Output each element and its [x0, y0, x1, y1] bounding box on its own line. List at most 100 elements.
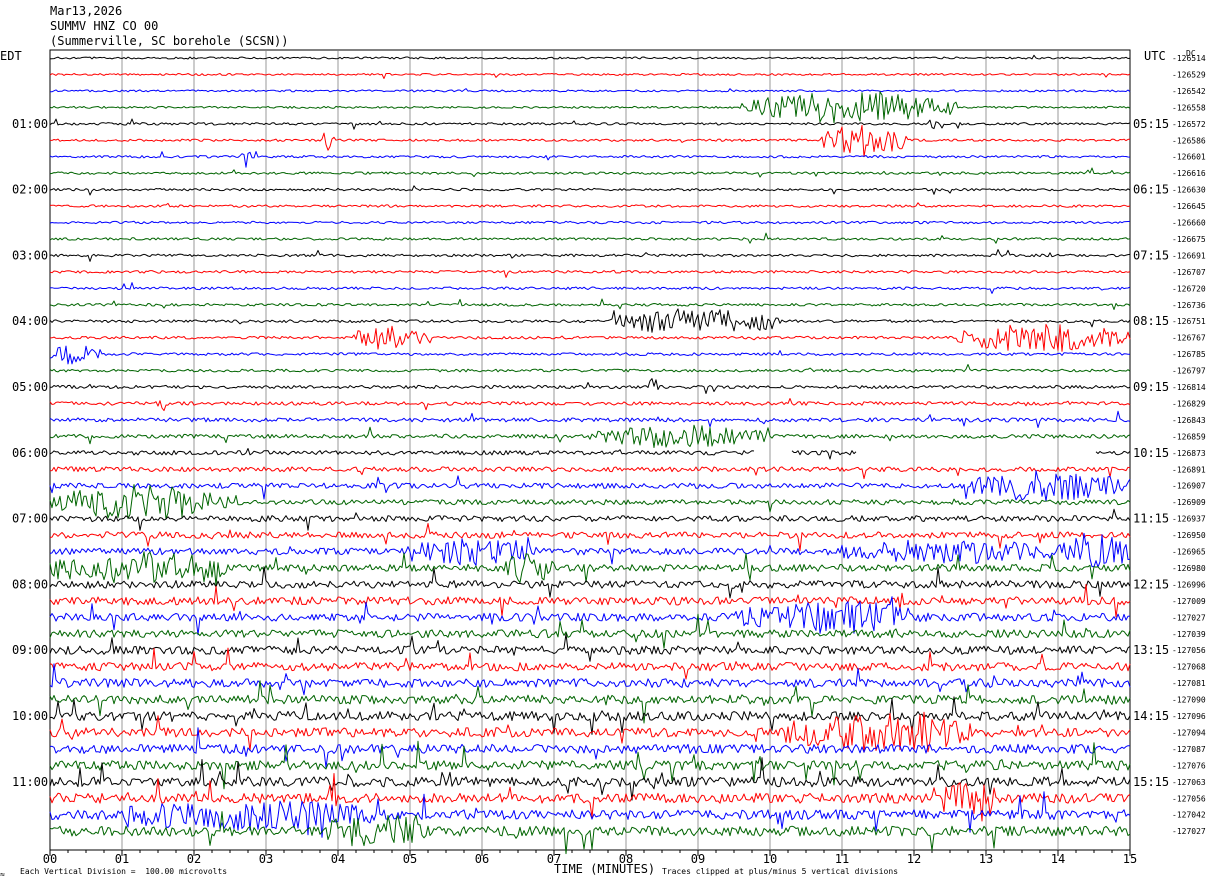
dc-offset-label: -127081 — [1172, 679, 1206, 688]
dc-offset-label: -127096 — [1172, 712, 1206, 721]
dc-offset-label: -127009 — [1172, 597, 1206, 606]
dc-offset-label: -126891 — [1172, 465, 1206, 474]
x-tick-label: 01 — [115, 852, 129, 866]
dc-offset-label: -126937 — [1172, 515, 1206, 524]
left-hour-label: 06:00 — [12, 446, 48, 460]
corner-mark: ≈ — [0, 870, 5, 879]
dc-offset-label: -127056 — [1172, 794, 1206, 803]
x-tick-label: 15 — [1123, 852, 1137, 866]
x-tick-label: 14 — [1051, 852, 1065, 866]
trace-line — [49, 584, 1131, 618]
x-tick-label: 13 — [979, 852, 993, 866]
x-tick-label: 05 — [403, 852, 417, 866]
left-hour-label: 10:00 — [12, 709, 48, 723]
dc-offset-label: -126660 — [1172, 219, 1206, 228]
dc-offset-label: -126542 — [1172, 87, 1206, 96]
dc-offset-label: -126736 — [1172, 301, 1206, 310]
dc-offset-label: -126873 — [1172, 449, 1206, 458]
dc-offset-label: -126797 — [1172, 367, 1206, 376]
trace-line — [49, 269, 1131, 278]
left-hour-label: 09:00 — [12, 643, 48, 657]
right-hour-label: 10:15 — [1133, 446, 1169, 460]
trace-line — [49, 566, 1131, 599]
trace-line — [49, 448, 1131, 460]
left-hour-label: 01:00 — [12, 117, 48, 131]
trace-line — [49, 167, 1131, 178]
trace-line — [49, 364, 1131, 373]
dc-offset-label: -126529 — [1172, 70, 1206, 79]
trace-line — [49, 308, 1131, 333]
dc-offset-label: -127027 — [1172, 827, 1206, 836]
dc-offset-label: -127027 — [1172, 613, 1206, 622]
right-hour-label: 15:15 — [1133, 775, 1169, 789]
trace-line — [50, 88, 1131, 93]
right-hour-label: 06:15 — [1133, 183, 1169, 197]
trace-line — [49, 470, 1131, 502]
trace-line — [49, 91, 1131, 124]
dc-offset-label: -126616 — [1172, 169, 1206, 178]
dc-offset-label: -126675 — [1172, 235, 1206, 244]
dc-offset-label: -126630 — [1172, 186, 1206, 195]
left-hour-label: 03:00 — [12, 248, 48, 262]
dc-offset-label: -126601 — [1172, 153, 1206, 162]
trace-line — [49, 232, 1131, 244]
dc-offset-label: -127076 — [1172, 761, 1206, 770]
dc-offset-label: -126572 — [1172, 120, 1206, 129]
plot-frame — [49, 49, 1131, 851]
dc-offset-label: -127068 — [1172, 663, 1206, 672]
trace-line — [49, 54, 1131, 60]
x-tick-label: 03 — [259, 852, 273, 866]
trace-line — [49, 633, 1131, 662]
dc-offset-label: -127039 — [1172, 630, 1206, 639]
dc-offset-label: -126707 — [1172, 268, 1206, 277]
dc-offset-label: -127063 — [1172, 778, 1206, 787]
dc-offset-label: -126907 — [1172, 482, 1206, 491]
trace-line — [49, 323, 1131, 352]
clip-note: Traces clipped at plus/minus 5 vertical … — [662, 867, 899, 876]
right-hour-label: 13:15 — [1133, 643, 1169, 657]
dc-offset-label: -126785 — [1172, 350, 1206, 359]
trace-line — [49, 508, 1131, 531]
dc-offset-label: -127056 — [1172, 646, 1206, 655]
x-tick-label: 06 — [475, 852, 489, 866]
right-hour-label: 08:15 — [1133, 314, 1169, 328]
trace-line — [49, 410, 1131, 428]
dc-offset-label: -126965 — [1172, 548, 1206, 557]
trace-line — [49, 680, 1131, 724]
trace-line — [49, 73, 1131, 79]
trace-line — [49, 551, 1131, 587]
dc-offset-label: -126645 — [1172, 202, 1206, 211]
trace-line — [49, 118, 1131, 130]
left-hour-label: 05:00 — [12, 380, 48, 394]
right-hour-label: 09:15 — [1133, 380, 1169, 394]
dc-offset-label: -126829 — [1172, 399, 1206, 408]
trace-line — [49, 249, 1131, 262]
right-hour-label: 05:15 — [1133, 117, 1169, 131]
dc-offset-label: -126909 — [1172, 498, 1206, 507]
dc-offset-label: -126859 — [1172, 432, 1206, 441]
dc-offset-label: -126767 — [1172, 334, 1206, 343]
trace-line — [49, 740, 1131, 790]
right-hour-label: 07:15 — [1133, 248, 1169, 262]
trace-line — [50, 124, 1131, 158]
x-tick-label: 12 — [907, 852, 921, 866]
trace-line — [49, 202, 1131, 208]
x-tick-label: 04 — [331, 852, 345, 866]
left-hour-label: 04:00 — [12, 314, 48, 328]
dc-offset-label: -127094 — [1172, 728, 1206, 737]
trace-line — [49, 523, 1131, 552]
trace-line — [49, 345, 1131, 365]
dc-offset-label: -127087 — [1172, 745, 1206, 754]
dc-offset-label: -126751 — [1172, 317, 1206, 326]
scale-note: Each Vertical Division = 100.00 microvol… — [20, 867, 228, 876]
helicorder-plot: 00 01 02 03 04 05 06 07 08 09 10 11 12 13 14 15-126514-… — [12, 49, 1206, 866]
dc-offset-label: -126996 — [1172, 580, 1206, 589]
x-tick-label: 10 — [763, 852, 777, 866]
trace-line — [49, 185, 1131, 196]
trace-line — [49, 424, 1131, 448]
trace-line — [49, 466, 1131, 480]
left-hour-label: 11:00 — [12, 775, 48, 789]
x-tick-label: 00 — [43, 852, 57, 866]
left-hour-label: 07:00 — [12, 512, 48, 526]
trace-line — [49, 282, 1131, 294]
